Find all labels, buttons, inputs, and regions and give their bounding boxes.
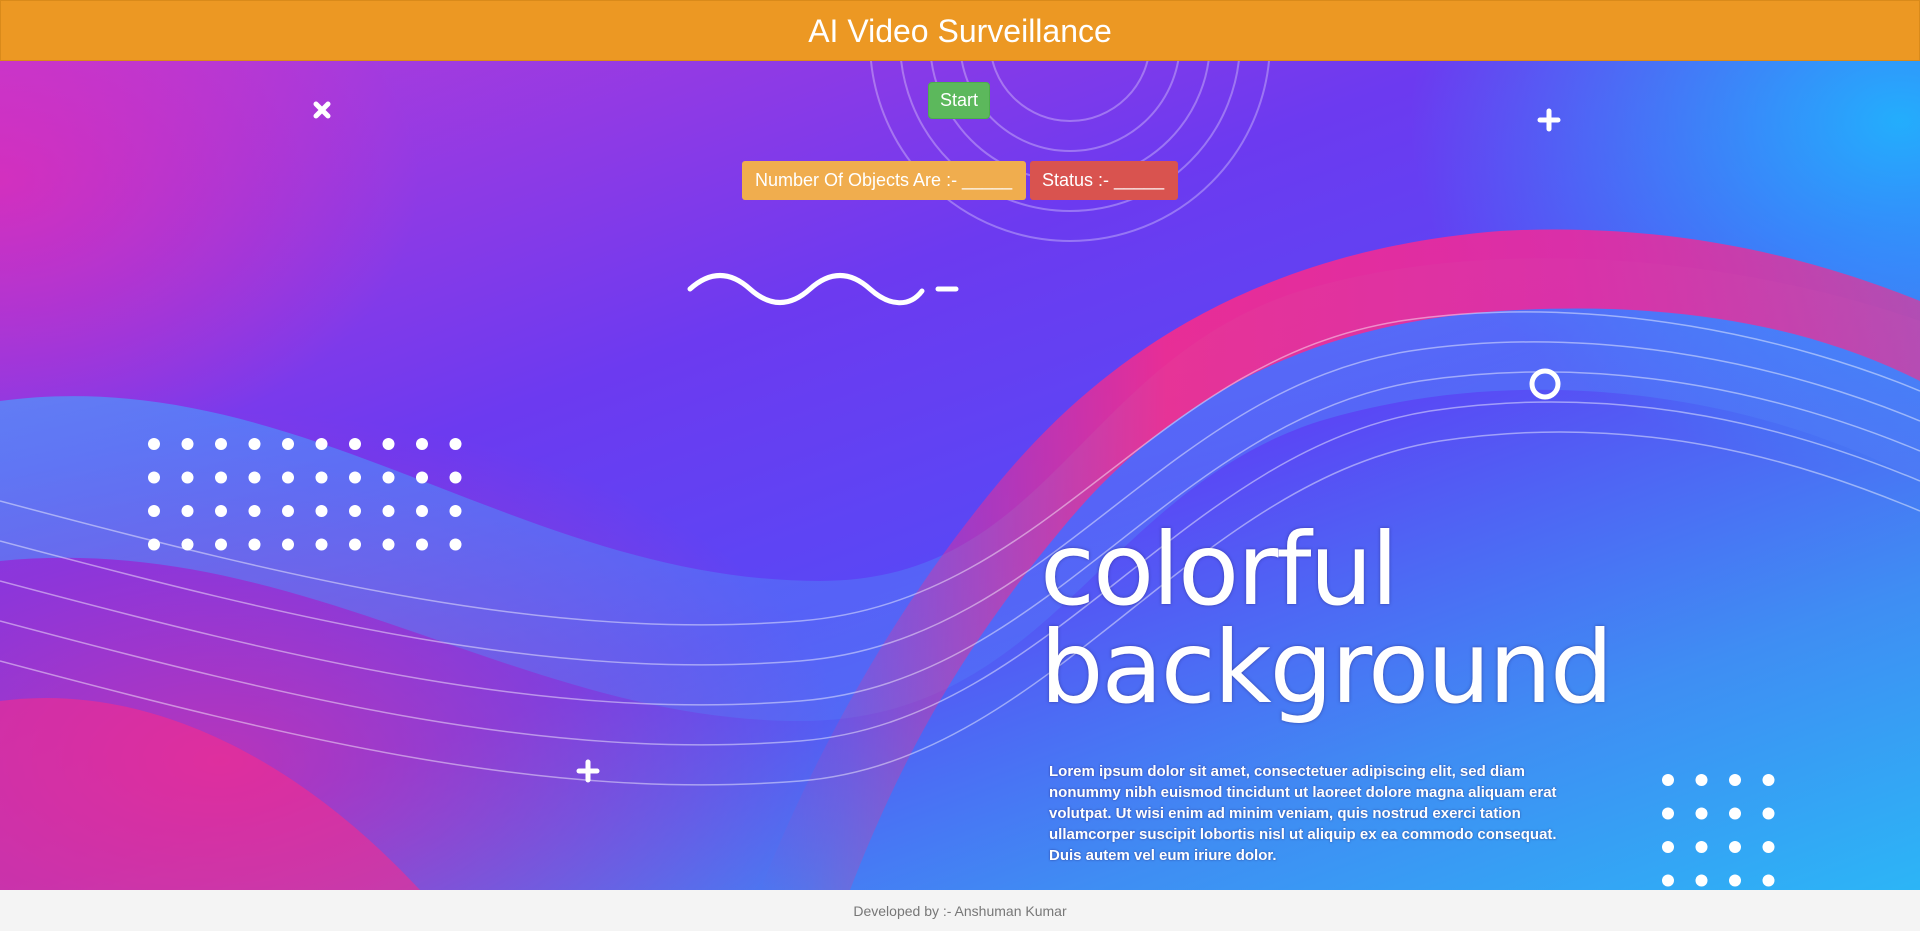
background-image: Start Number Of Objects Are :- _____ Sta… — [0, 61, 1920, 890]
dot — [181, 438, 194, 450]
dot — [1762, 874, 1775, 887]
dot — [181, 538, 194, 551]
dot — [349, 538, 361, 551]
object-count-badge: Number Of Objects Are :- _____ — [742, 161, 1026, 200]
dot-grid-icon — [1662, 774, 1775, 887]
dot — [315, 538, 328, 551]
dot — [349, 471, 361, 484]
dot — [248, 505, 261, 517]
dot — [215, 505, 227, 517]
dot — [382, 538, 395, 551]
art-body-text: Lorem ipsum dolor sit amet, consectetuer… — [1049, 763, 1557, 864]
dot — [382, 505, 395, 517]
dot — [248, 438, 261, 450]
start-button[interactable]: Start — [928, 82, 990, 119]
dot — [382, 471, 395, 484]
dot — [181, 471, 194, 484]
dot — [248, 471, 261, 484]
dot — [1662, 841, 1674, 853]
x-mark-icon — [313, 101, 331, 119]
dot — [1695, 807, 1708, 820]
page-title: AI Video Surveillance — [808, 12, 1112, 49]
footer: Developed by :- Anshuman Kumar — [0, 890, 1920, 931]
dot — [315, 438, 328, 450]
dot — [315, 505, 328, 517]
dot — [416, 538, 428, 551]
dot — [349, 438, 361, 450]
dot — [349, 505, 361, 517]
dot — [282, 471, 294, 484]
dot — [148, 471, 160, 484]
dot — [148, 538, 160, 551]
art-headline-line1: colorful — [1040, 511, 1399, 628]
dot — [1729, 841, 1741, 853]
dot — [1695, 874, 1708, 887]
dot — [449, 538, 462, 551]
dot — [282, 438, 294, 450]
dot — [449, 438, 462, 450]
dot — [282, 538, 294, 551]
dot — [1662, 807, 1674, 820]
dot — [1695, 841, 1708, 853]
dot — [416, 471, 428, 484]
dot — [215, 471, 227, 484]
dot — [148, 505, 160, 517]
dot — [449, 505, 462, 517]
dot — [1762, 841, 1775, 853]
pink-corner-shape — [0, 697, 420, 890]
dot — [181, 505, 194, 517]
art-headline-line2: background — [1040, 609, 1613, 726]
footer-credit: Developed by :- Anshuman Kumar — [853, 902, 1067, 919]
dot — [148, 438, 160, 450]
dot — [1695, 774, 1708, 786]
dot — [215, 538, 227, 551]
dot — [282, 505, 294, 517]
dot — [382, 438, 395, 450]
dot — [1662, 874, 1674, 887]
status-badge: Status :- _____ — [1030, 161, 1178, 200]
dot — [1729, 874, 1741, 887]
dot — [1662, 774, 1674, 786]
dot — [449, 471, 462, 484]
dot — [416, 438, 428, 450]
dot — [1762, 774, 1775, 786]
dot — [215, 438, 227, 450]
wavy-line-icon — [687, 273, 925, 306]
dot — [1729, 774, 1741, 786]
dot — [1729, 807, 1741, 820]
dot — [248, 538, 261, 551]
app-header: AI Video Surveillance — [0, 0, 1920, 61]
dot — [315, 471, 328, 484]
dot — [416, 505, 428, 517]
plus-icon — [576, 759, 600, 783]
dot — [1762, 807, 1775, 820]
art-headline: colorful background — [1040, 511, 1613, 726]
plus-icon — [1537, 108, 1561, 132]
